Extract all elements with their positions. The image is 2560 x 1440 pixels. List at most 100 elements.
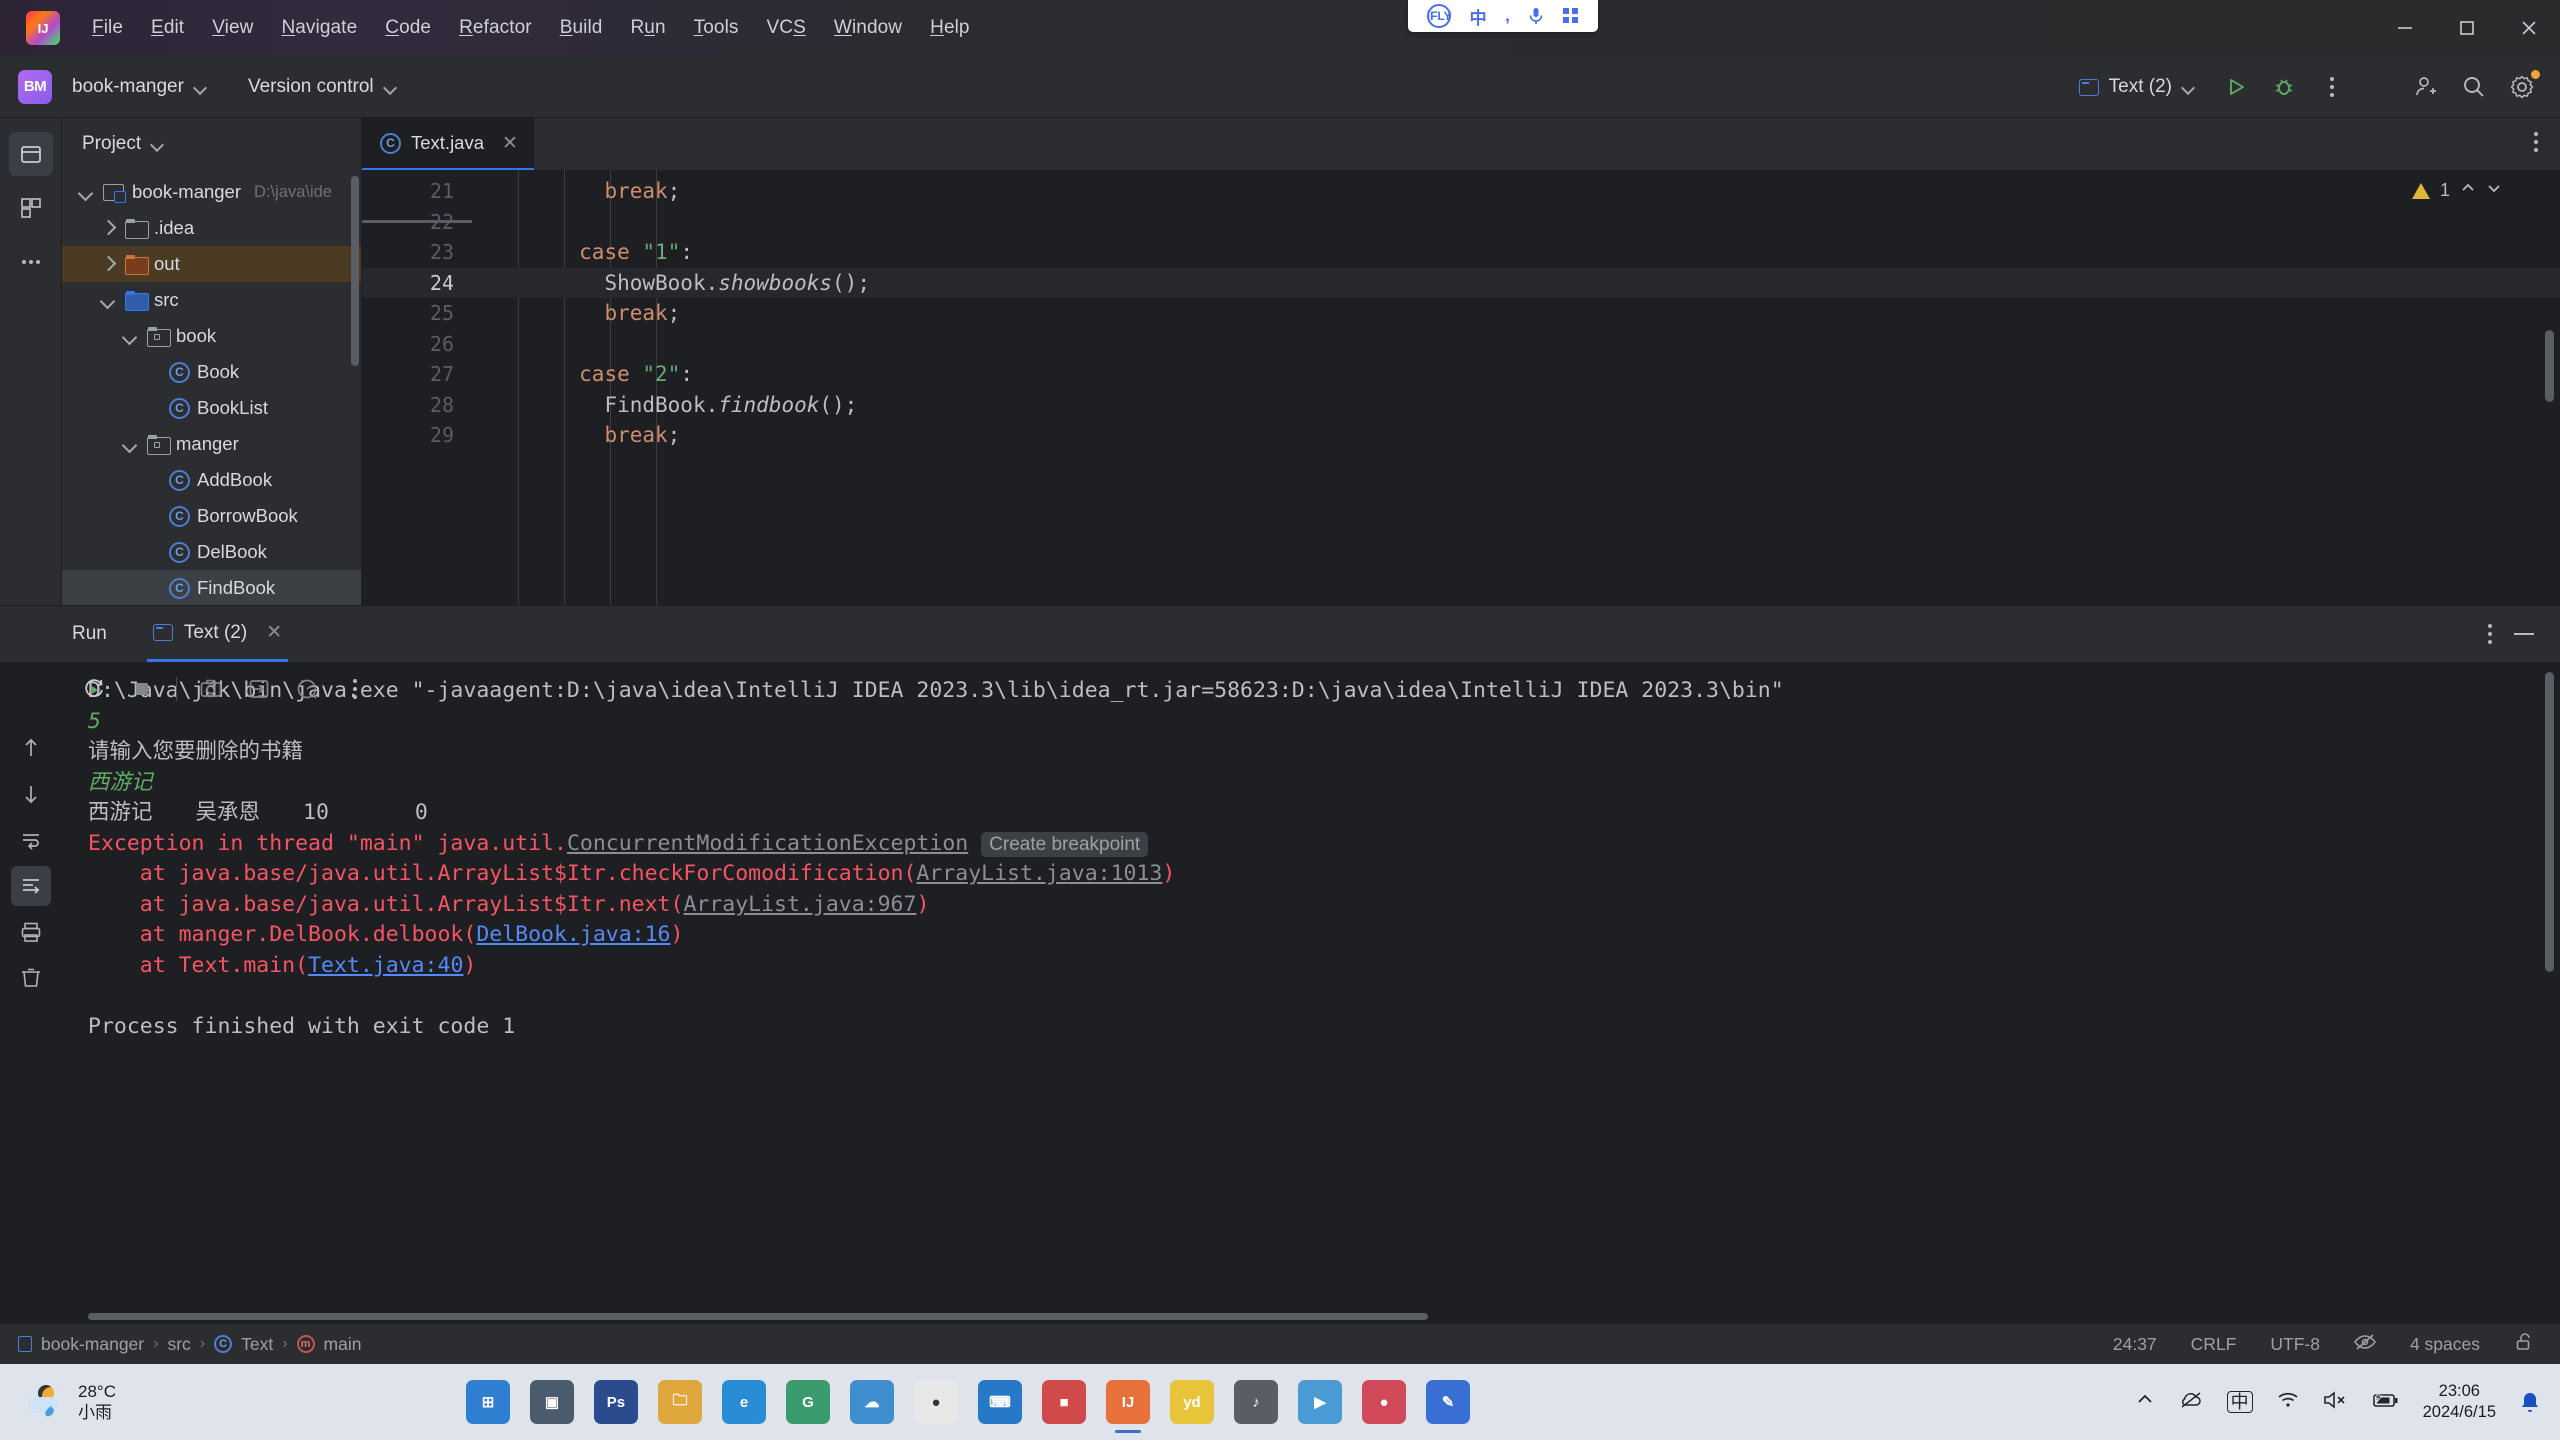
console-horizontal-scrollbar[interactable] [88, 1313, 1428, 1320]
project-panel-header[interactable]: Project [62, 118, 361, 170]
line-number[interactable]: 22 [362, 210, 472, 234]
ime-microphone-icon[interactable] [1528, 7, 1544, 25]
breadcrumb-project[interactable]: book-manger [41, 1334, 144, 1355]
start-button[interactable]: ⊞ [465, 1380, 510, 1424]
menu-run[interactable]: Run [616, 11, 679, 45]
exception-class-link[interactable]: ConcurrentModificationException [567, 831, 968, 856]
menu-refactor[interactable]: Refactor [445, 11, 546, 45]
breadcrumb-src[interactable]: src [167, 1334, 190, 1355]
close-button[interactable] [2498, 0, 2560, 56]
editor-options-button[interactable] [2534, 132, 2538, 152]
code-line[interactable]: 29 break; [362, 420, 2560, 451]
chevron-down-icon[interactable] [98, 290, 118, 310]
minimize-button[interactable] [2374, 0, 2436, 56]
app-vscode[interactable]: ⌨ [977, 1380, 1022, 1424]
console-vertical-scrollbar[interactable] [2545, 672, 2554, 972]
close-run-tab-icon[interactable]: ✕ [266, 621, 282, 644]
profiler-button[interactable] [285, 667, 329, 711]
line-separator-widget[interactable]: CRLF [2191, 1334, 2237, 1355]
code-line[interactable]: 23 case "1": [362, 237, 2560, 268]
line-number[interactable]: 21 [362, 179, 472, 203]
maximize-button[interactable] [2436, 0, 2498, 56]
line-number[interactable]: 25 [362, 301, 472, 325]
stack-frame-link[interactable]: Text.java:40 [308, 953, 463, 978]
commit-tool-window-button[interactable] [9, 186, 53, 230]
tree-node-out[interactable]: out [62, 246, 361, 282]
app-youdao[interactable]: yd [1169, 1380, 1214, 1424]
code-viewport[interactable]: 21 break; 22 23 case "1": 24 ShowBook.showb… [362, 170, 2560, 605]
tree-node-bookmanger[interactable]: book-manger D:\java\ide [62, 174, 361, 210]
app-wechat[interactable]: ■ [1041, 1380, 1086, 1424]
menu-help[interactable]: Help [916, 11, 983, 45]
menu-file[interactable]: File [78, 11, 137, 45]
clock-widget[interactable]: 23:06 2024/6/15 [2423, 1381, 2496, 1422]
tree-scrollbar[interactable] [351, 176, 359, 366]
app-intellij[interactable]: IJ [1105, 1380, 1150, 1424]
step-into-button[interactable] [237, 667, 281, 711]
chevron-right-icon[interactable] [98, 254, 118, 274]
run-panel-options-button[interactable] [2488, 624, 2492, 644]
app-explorer[interactable]: 🗀 [657, 1380, 702, 1424]
menu-window[interactable]: Window [820, 11, 916, 45]
debug-button[interactable] [2260, 63, 2308, 111]
inspection-widget[interactable]: 1 [2411, 180, 2502, 201]
app-edge[interactable]: e [721, 1380, 766, 1424]
search-button[interactable] [2450, 63, 2498, 111]
menu-build[interactable]: Build [546, 11, 617, 45]
code-line[interactable]: 25 break; [362, 298, 2560, 329]
add-user-button[interactable] [2402, 63, 2450, 111]
breadcrumb-method[interactable]: main [324, 1334, 362, 1355]
previous-problem-icon[interactable] [2460, 180, 2476, 201]
tree-node-manger[interactable]: manger [62, 426, 361, 462]
run-configuration-selector[interactable]: Text (2) [2067, 70, 2206, 104]
scroll-to-end-button[interactable] [11, 866, 51, 906]
version-control-selector[interactable]: Version control [238, 70, 406, 104]
notifications-bell-icon[interactable] [2520, 1391, 2540, 1413]
close-tab-icon[interactable]: ✕ [502, 132, 518, 155]
app-cloud[interactable]: ☁ [849, 1380, 894, 1424]
wifi-icon[interactable] [2277, 1391, 2299, 1414]
create-breakpoint-chip[interactable]: Create breakpoint [981, 831, 1149, 857]
ime-toolbox-icon[interactable] [1562, 8, 1579, 24]
stop-button[interactable] [120, 667, 164, 711]
rerun-button[interactable] [72, 667, 116, 711]
caret-position-widget[interactable]: 24:37 [2113, 1334, 2157, 1355]
menu-tools[interactable]: Tools [680, 11, 753, 45]
chevron-right-icon[interactable] [98, 218, 118, 238]
app-music[interactable]: ♪ [1233, 1380, 1278, 1424]
tree-node-addbook[interactable]: C AddBook [62, 462, 361, 498]
editor-tab-text-java[interactable]: C Text.java ✕ [362, 118, 534, 170]
app-qq-music[interactable]: G [785, 1380, 830, 1424]
editor-vertical-scrollbar[interactable] [2545, 330, 2554, 402]
stack-frame-link[interactable]: ArrayList.java:1013 [916, 861, 1162, 886]
run-more-button[interactable] [333, 667, 377, 711]
encoding-widget[interactable]: UTF-8 [2270, 1334, 2320, 1355]
ime-chinese-icon[interactable]: 中 [2226, 1391, 2253, 1413]
clear-all-button[interactable] [11, 958, 51, 998]
code-line[interactable]: 21 break; [362, 176, 2560, 207]
code-line[interactable]: 22 [362, 207, 2560, 238]
scroll-down-button[interactable] [11, 774, 51, 814]
tree-node-book[interactable]: book [62, 318, 361, 354]
chevron-down-icon[interactable] [120, 326, 140, 346]
ime-punctuation-icon[interactable]: , [1505, 6, 1510, 26]
next-problem-icon[interactable] [2486, 180, 2502, 201]
menu-code[interactable]: Code [371, 11, 445, 45]
project-tool-window-button[interactable] [8, 132, 53, 176]
stack-frame-link[interactable]: ArrayList.java:967 [683, 892, 916, 917]
screenshot-button[interactable] [189, 667, 233, 711]
app-redbook[interactable]: ● [1361, 1380, 1406, 1424]
line-number[interactable]: 23 [362, 240, 472, 264]
run-button[interactable] [2212, 63, 2260, 111]
menu-navigate[interactable]: Navigate [267, 11, 371, 45]
run-tab-text-2[interactable]: Text (2) ✕ [146, 606, 289, 662]
app-video[interactable]: ▶ [1297, 1380, 1342, 1424]
code-line[interactable]: 27 case "2": [362, 359, 2560, 390]
menu-view[interactable]: View [198, 11, 267, 45]
tree-node-idea[interactable]: .idea [62, 210, 361, 246]
tree-node-findbook[interactable]: C FindBook [62, 570, 361, 605]
app-ps[interactable]: Ps [593, 1380, 638, 1424]
show-hidden-icons-button[interactable] [2135, 1393, 2155, 1412]
tree-node-borrowbook[interactable]: C BorrowBook [62, 498, 361, 534]
battery-charging-icon[interactable] [2371, 1389, 2399, 1414]
